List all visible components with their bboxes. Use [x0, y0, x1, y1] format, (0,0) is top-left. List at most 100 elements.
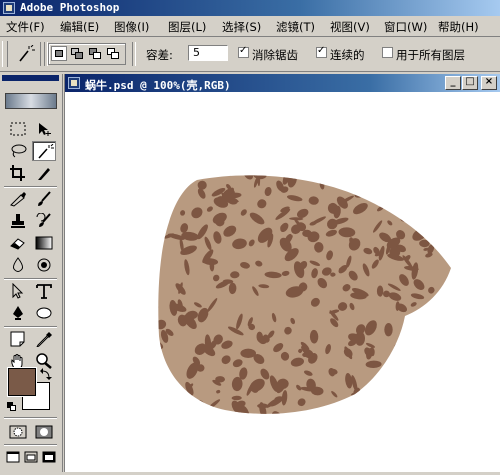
shell-spot	[456, 368, 469, 379]
shell-spot	[150, 421, 168, 438]
menu-view[interactable]: 视图(V)	[330, 19, 370, 35]
move-icon[interactable]	[32, 119, 56, 139]
rectangular-marquee-icon[interactable]	[6, 119, 30, 139]
menu-select[interactable]: 选择(S)	[222, 19, 261, 35]
sample-all-layers-checkbox[interactable]	[382, 47, 393, 58]
minimize-button[interactable]: _	[445, 76, 461, 90]
pen-icon[interactable]	[6, 303, 30, 323]
default-colors-icon[interactable]	[7, 402, 17, 412]
document-icon	[68, 77, 80, 89]
shell-spot	[224, 175, 233, 177]
foreground-color-swatch[interactable]	[7, 367, 37, 397]
eyedropper-icon[interactable]	[32, 329, 56, 349]
image-canvas[interactable]	[65, 92, 500, 472]
menu-layer[interactable]: 图层(L)	[168, 19, 206, 35]
menu-image[interactable]: 图像(I)	[114, 19, 149, 35]
close-button[interactable]: ×	[481, 76, 497, 90]
menu-edit[interactable]: 编辑(E)	[60, 19, 99, 35]
swap-colors-icon[interactable]	[40, 368, 52, 380]
add-to-selection-icon[interactable]	[69, 46, 85, 61]
shell-spot	[348, 409, 357, 414]
shell-spot	[324, 416, 340, 430]
ellipse-icon[interactable]	[32, 303, 56, 323]
shell-spot	[453, 329, 465, 340]
shell-spot	[382, 393, 392, 401]
shell-spot	[372, 175, 382, 180]
path-selection-icon[interactable]	[6, 281, 30, 301]
blur-icon[interactable]	[6, 255, 30, 275]
quick-mask-mode-icon[interactable]	[32, 422, 56, 442]
shell-spot	[334, 158, 346, 173]
shell-spot	[441, 368, 448, 377]
history-brush-icon[interactable]	[32, 211, 56, 231]
shell-spot	[408, 178, 417, 189]
shell-spot	[448, 413, 464, 429]
full-screen-icon[interactable]	[40, 448, 58, 468]
clone-stamp-icon[interactable]	[6, 211, 30, 231]
shell-spot	[162, 389, 175, 400]
shell-spot	[426, 214, 432, 219]
shell-spot	[347, 175, 360, 191]
shell-spot	[177, 394, 185, 402]
tolerance-input[interactable]: 5	[188, 45, 228, 61]
slice-icon[interactable]	[32, 163, 56, 183]
antialias-checkbox[interactable]: ✓	[238, 45, 249, 58]
shell-spot	[196, 163, 204, 173]
shell-spot	[436, 243, 446, 250]
menu-filter[interactable]: 滤镜(T)	[276, 19, 315, 35]
shell-spot	[435, 233, 440, 238]
shell-spot	[416, 175, 425, 180]
shell-spot	[230, 414, 244, 433]
lasso-icon[interactable]	[6, 141, 30, 161]
shell-spot	[440, 312, 447, 324]
shell-spot	[396, 377, 406, 388]
intersect-selection-icon[interactable]	[105, 46, 121, 61]
standard-mode-icon[interactable]	[6, 422, 30, 442]
toolbox-title-bar[interactable]	[2, 75, 59, 81]
shell-spot	[158, 395, 161, 401]
standard-screen-icon[interactable]	[4, 448, 22, 468]
tool-preset-picker[interactable]	[10, 42, 41, 66]
shell-spot	[331, 157, 346, 172]
eraser-icon[interactable]	[6, 233, 30, 253]
shell-spot	[411, 345, 421, 353]
shell-spot	[168, 401, 177, 414]
menu-help[interactable]: 帮助(H)	[438, 19, 479, 35]
options-bar-grip[interactable]	[2, 41, 8, 67]
dodge-icon[interactable]	[32, 255, 56, 275]
toolbox	[0, 74, 63, 472]
shell-spot	[342, 403, 348, 410]
shell-spot	[420, 193, 437, 202]
shell-spot	[143, 299, 149, 306]
new-selection-icon[interactable]	[51, 46, 67, 61]
contiguous-checkbox[interactable]: ✓	[316, 45, 327, 58]
shell-spot	[368, 164, 378, 174]
subtract-from-selection-icon[interactable]	[87, 46, 103, 61]
gradient-icon[interactable]	[32, 233, 56, 253]
shell-spot	[329, 416, 347, 429]
notes-icon[interactable]	[6, 329, 30, 349]
shell-spot	[425, 232, 432, 238]
magic-wand-icon[interactable]	[32, 141, 56, 161]
brush-icon[interactable]	[32, 189, 56, 209]
shell-spot	[169, 389, 179, 395]
document-title-bar[interactable]: 蜗牛.psd @ 100%(壳,RGB) _ □ ×	[65, 74, 500, 92]
shell-spot	[174, 182, 185, 191]
healing-brush-icon[interactable]	[6, 189, 30, 209]
full-screen-menu-icon[interactable]	[22, 448, 40, 468]
adobe-online-logo[interactable]	[5, 93, 57, 109]
type-icon[interactable]	[32, 281, 56, 301]
crop-icon[interactable]	[6, 163, 30, 183]
menu-file[interactable]: 文件(F)	[6, 19, 45, 35]
shell-spot	[447, 190, 451, 202]
menu-window[interactable]: 窗口(W)	[384, 19, 427, 35]
maximize-button[interactable]: □	[462, 76, 478, 90]
shell-spot	[437, 236, 446, 242]
shell-spot	[161, 175, 166, 180]
shell-spot	[299, 418, 313, 432]
shell-spot	[360, 187, 368, 194]
toolbox-divider	[4, 278, 57, 280]
shell-spot	[311, 163, 318, 169]
antialias-label: 消除锯齿	[252, 48, 298, 62]
shell-spot	[451, 338, 460, 349]
